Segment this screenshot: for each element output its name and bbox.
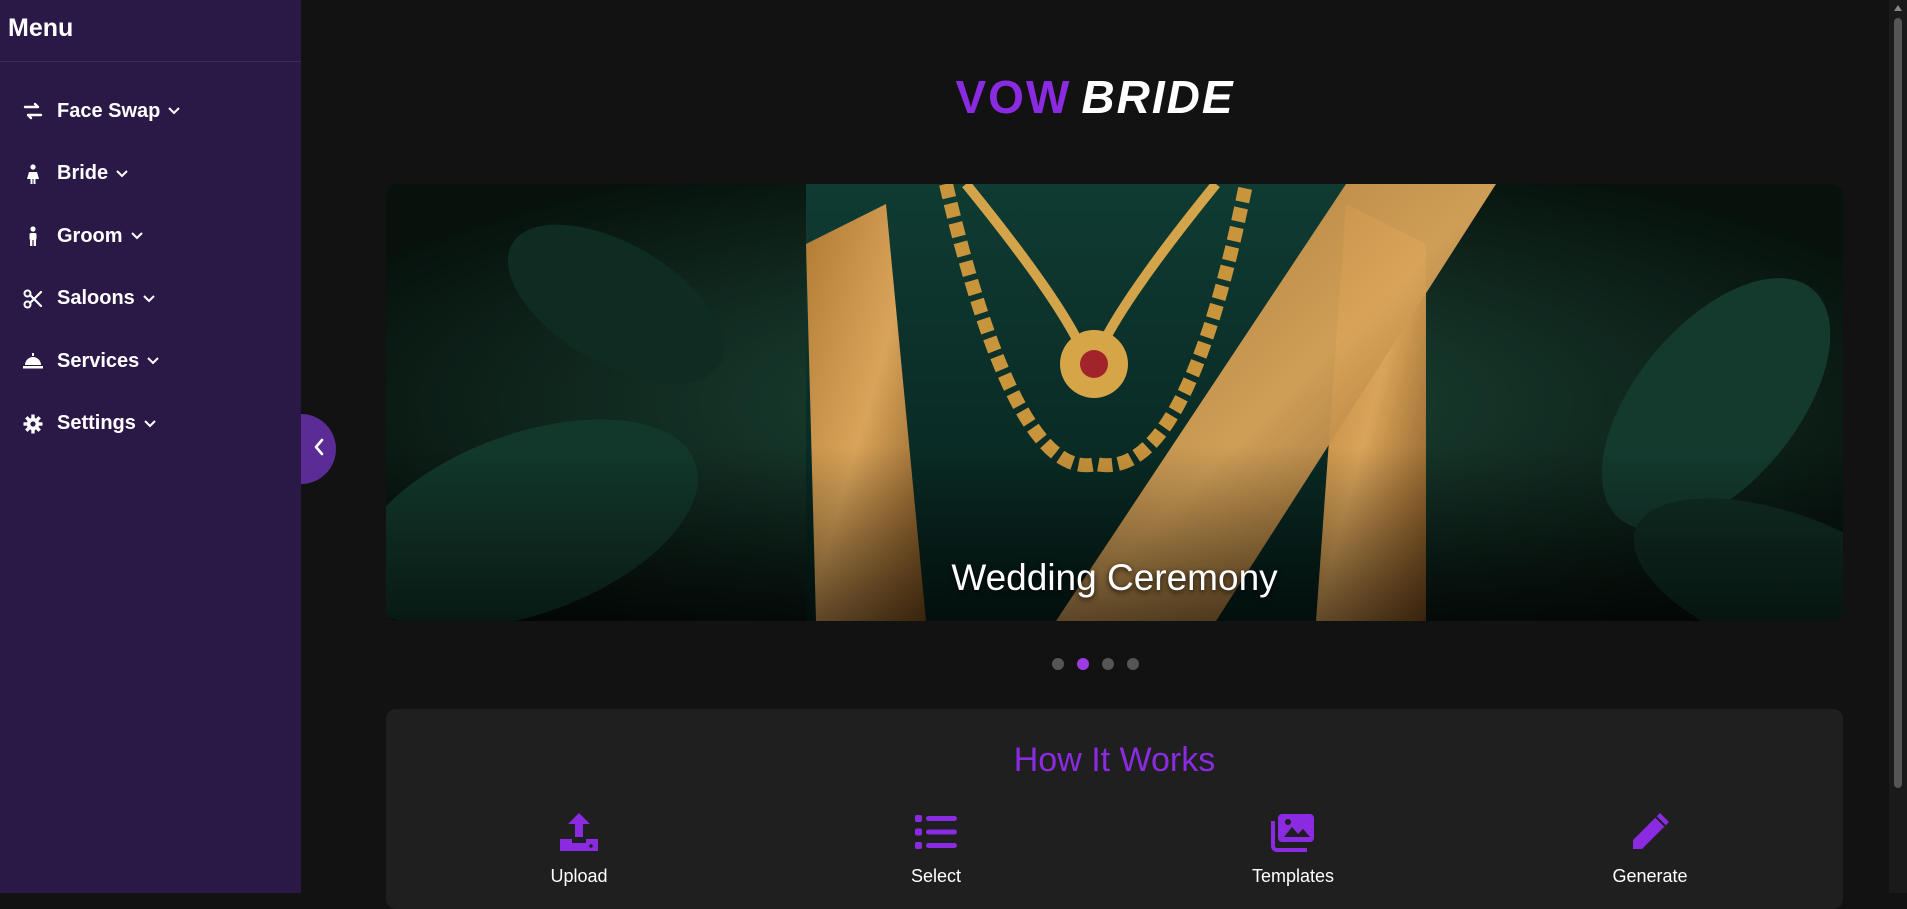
sidebar-item-label: Bride [57, 162, 109, 185]
scissors-icon [22, 288, 44, 310]
carousel-dots [301, 658, 1889, 670]
carousel-dot-4[interactable] [1126, 658, 1139, 670]
step-upload[interactable]: Upload [479, 809, 679, 887]
sidebar-item-label: Groom [57, 224, 123, 247]
chevron-down-icon [130, 229, 144, 243]
sidebar-nav: Face Swap Bride Groom Saloons Services S… [0, 62, 301, 455]
sidebar: Menu Face Swap Bride Groom Saloons Servi… [0, 0, 301, 893]
chevron-down-icon [142, 292, 156, 306]
sidebar-item-groom[interactable]: Groom [0, 205, 301, 268]
carousel-dot-3[interactable] [1101, 658, 1114, 670]
step-label: Upload [550, 866, 608, 886]
how-it-works-title: How It Works [1013, 741, 1216, 779]
scroll-up-arrow-icon[interactable] [1889, 0, 1907, 16]
sidebar-item-label: Saloons [57, 287, 135, 310]
list-icon [836, 809, 1036, 855]
chevron-down-icon [143, 417, 157, 431]
sidebar-item-settings[interactable]: Settings [0, 393, 301, 456]
step-label: Generate [1612, 866, 1688, 886]
sidebar-item-saloons[interactable]: Saloons [0, 268, 301, 331]
page-scrollbar[interactable] [1889, 0, 1907, 893]
brand-vow: VOW [955, 71, 1072, 123]
service-bell-icon [22, 350, 44, 372]
menu-title: Menu [0, 0, 301, 62]
sidebar-item-label: Settings [57, 412, 136, 435]
hero-carousel[interactable]: Wedding Ceremony [386, 184, 1843, 621]
step-label: Select [910, 866, 962, 886]
chevron-down-icon [167, 104, 181, 118]
step-generate[interactable]: Generate [1550, 809, 1750, 887]
groom-icon [22, 225, 44, 247]
brand-bride: BRIDE [1081, 71, 1235, 123]
sidebar-item-services[interactable]: Services [0, 330, 301, 393]
step-templates[interactable]: Templates [1193, 809, 1393, 887]
brand-logo: VOW BRIDE [301, 70, 1889, 124]
sidebar-item-bride[interactable]: Bride [0, 143, 301, 206]
pen-icon [1550, 809, 1750, 855]
hero-image [386, 184, 1843, 621]
chevron-down-icon [146, 354, 160, 368]
swap-arrows-icon [22, 100, 44, 122]
step-select[interactable]: Select [836, 809, 1036, 887]
bride-icon [22, 163, 44, 185]
scrollbar-thumb[interactable] [1894, 18, 1902, 788]
hero-caption: Wedding Ceremony [951, 557, 1278, 598]
images-icon [1193, 809, 1393, 855]
carousel-dot-2[interactable] [1076, 658, 1089, 670]
gear-icon [22, 413, 44, 435]
chevron-down-icon [115, 167, 129, 181]
step-label: Templates [1251, 866, 1335, 886]
carousel-dot-1[interactable] [1051, 658, 1064, 670]
main-content: VOW BRIDE Wedding Ceremony How It Works … [301, 0, 1889, 909]
how-it-works-section: How It Works Upload Select Templates Gen… [386, 709, 1843, 909]
sidebar-item-face-swap[interactable]: Face Swap [0, 80, 301, 143]
sidebar-item-label: Services [57, 349, 140, 372]
sidebar-item-label: Face Swap [57, 99, 161, 122]
upload-icon [479, 809, 679, 855]
